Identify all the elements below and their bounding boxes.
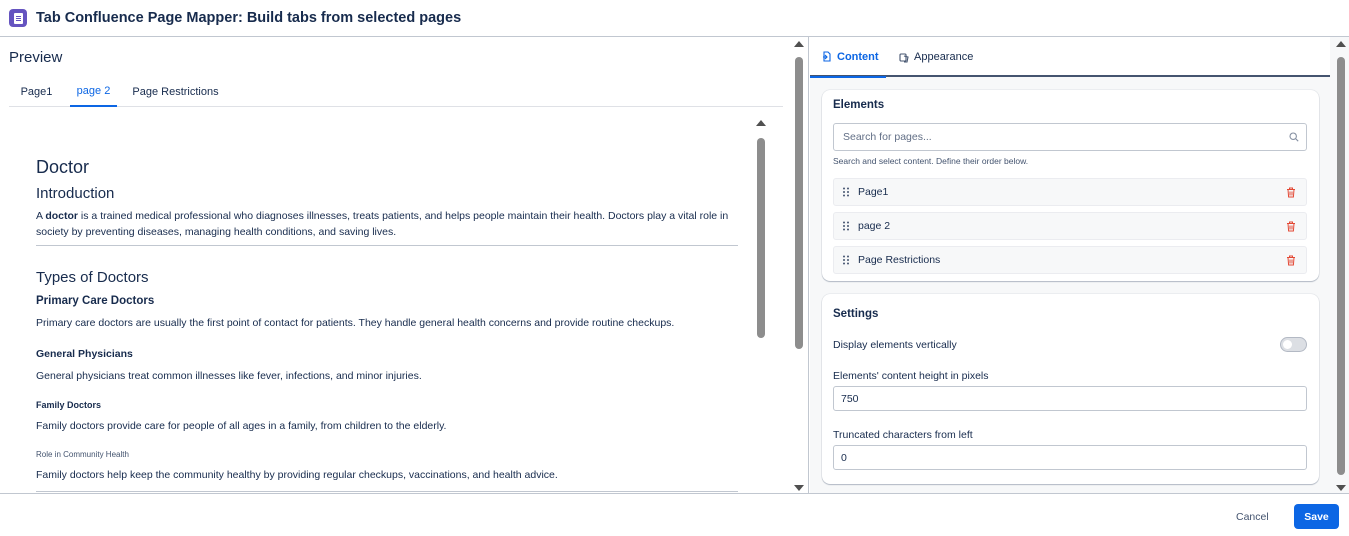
doc-heading-types: Types of Doctors	[36, 269, 149, 286]
doc-intro-paragraph: A doctor is a trained medical profession…	[36, 210, 729, 238]
preview-tabs: Page1 page 2 Page Restrictions	[9, 77, 783, 107]
content-height-input[interactable]	[833, 386, 1307, 411]
drag-handle-icon[interactable]	[842, 221, 850, 231]
doc-family-paragraph: Family doctors provide care for people o…	[36, 420, 447, 432]
preview-content-scrollbar[interactable]	[754, 120, 768, 490]
modal-footer: Cancel Save	[0, 493, 1349, 536]
doc-divider	[36, 245, 738, 246]
save-button[interactable]: Save	[1294, 504, 1339, 529]
doc-heading-general-physicians: General Physicians	[36, 348, 133, 360]
doc-primary-paragraph: Primary care doctors are usually the fir…	[36, 317, 675, 329]
doc-heading-introduction: Introduction	[36, 185, 115, 202]
scrollbar-thumb[interactable]	[1337, 57, 1345, 475]
element-row[interactable]: page 2	[833, 212, 1307, 240]
elements-helper-text: Search and select content. Define their …	[833, 156, 1029, 166]
drag-handle-icon[interactable]	[842, 255, 850, 265]
scroll-up-arrow-icon[interactable]	[756, 120, 766, 126]
scroll-down-arrow-icon[interactable]	[1336, 485, 1346, 491]
element-label: page 2	[858, 220, 891, 232]
scrollbar-thumb[interactable]	[795, 57, 803, 349]
modal-title: Tab Confluence Page Mapper: Build tabs f…	[36, 10, 462, 26]
doc-heading-primary-care: Primary Care Doctors	[36, 295, 155, 307]
delete-trash-icon[interactable]	[1286, 255, 1296, 266]
modal-header: Tab Confluence Page Mapper: Build tabs f…	[0, 0, 1349, 37]
elements-title: Elements	[833, 99, 885, 111]
delete-trash-icon[interactable]	[1286, 187, 1296, 198]
preview-title: Preview	[9, 49, 63, 66]
preview-pane-scrollbar[interactable]	[792, 41, 806, 491]
config-tabs: Content Appearance	[810, 37, 1330, 78]
search-pages-input[interactable]	[833, 123, 1307, 151]
element-row[interactable]: Page Restrictions	[833, 246, 1307, 274]
tab-appearance[interactable]: Appearance	[899, 37, 989, 77]
element-row[interactable]: Page1	[833, 178, 1307, 206]
doc-divider-bottom	[36, 491, 738, 492]
cancel-button[interactable]: Cancel	[1228, 505, 1277, 529]
doc-heading-role: Role in Community Health	[36, 450, 129, 459]
element-label: Page Restrictions	[858, 254, 941, 266]
truncated-characters-input[interactable]	[833, 445, 1307, 470]
display-vertically-toggle[interactable]	[1280, 337, 1307, 352]
preview-pane: Preview Page1 page 2 Page Restrictions D…	[0, 37, 809, 493]
doc-gp-paragraph: General physicians treat common illnesse…	[36, 370, 422, 382]
preview-tab-page1[interactable]: Page1	[9, 77, 64, 107]
drag-handle-icon[interactable]	[842, 187, 850, 197]
display-vertically-label: Display elements vertically	[833, 339, 957, 351]
truncated-characters-label: Truncated characters from left	[833, 429, 973, 441]
settings-card: Settings Display elements vertically Ele…	[822, 294, 1319, 484]
tab-content[interactable]: Content	[810, 37, 886, 78]
element-label: Page1	[858, 186, 889, 198]
content-icon	[823, 51, 831, 62]
doc-heading-family-doctors: Family Doctors	[36, 400, 102, 410]
doc-bold-term: doctor	[45, 210, 79, 222]
doc-title: Doctor	[36, 157, 90, 177]
content-height-label: Elements' content height in pixels	[833, 370, 989, 382]
preview-document: Doctor Introduction A doctor is a traine…	[36, 157, 738, 481]
appearance-icon	[899, 52, 909, 63]
delete-trash-icon[interactable]	[1286, 221, 1296, 232]
app-document-icon	[9, 9, 27, 27]
settings-title: Settings	[833, 308, 879, 320]
elements-card: Elements Search and select content. Defi…	[822, 90, 1319, 281]
scrollbar-thumb[interactable]	[757, 138, 765, 338]
doc-role-paragraph: Family doctors help keep the community h…	[36, 469, 558, 481]
scroll-down-arrow-icon[interactable]	[794, 485, 804, 491]
search-icon	[1289, 132, 1299, 142]
scroll-up-arrow-icon[interactable]	[794, 41, 804, 47]
config-pane-scrollbar[interactable]	[1334, 41, 1348, 491]
preview-tab-page-2[interactable]: page 2	[70, 77, 117, 107]
scroll-up-arrow-icon[interactable]	[1336, 41, 1346, 47]
config-pane: Content Appearance Elements Search and s…	[810, 37, 1349, 493]
preview-tab-page-restrictions[interactable]: Page Restrictions	[127, 77, 224, 107]
